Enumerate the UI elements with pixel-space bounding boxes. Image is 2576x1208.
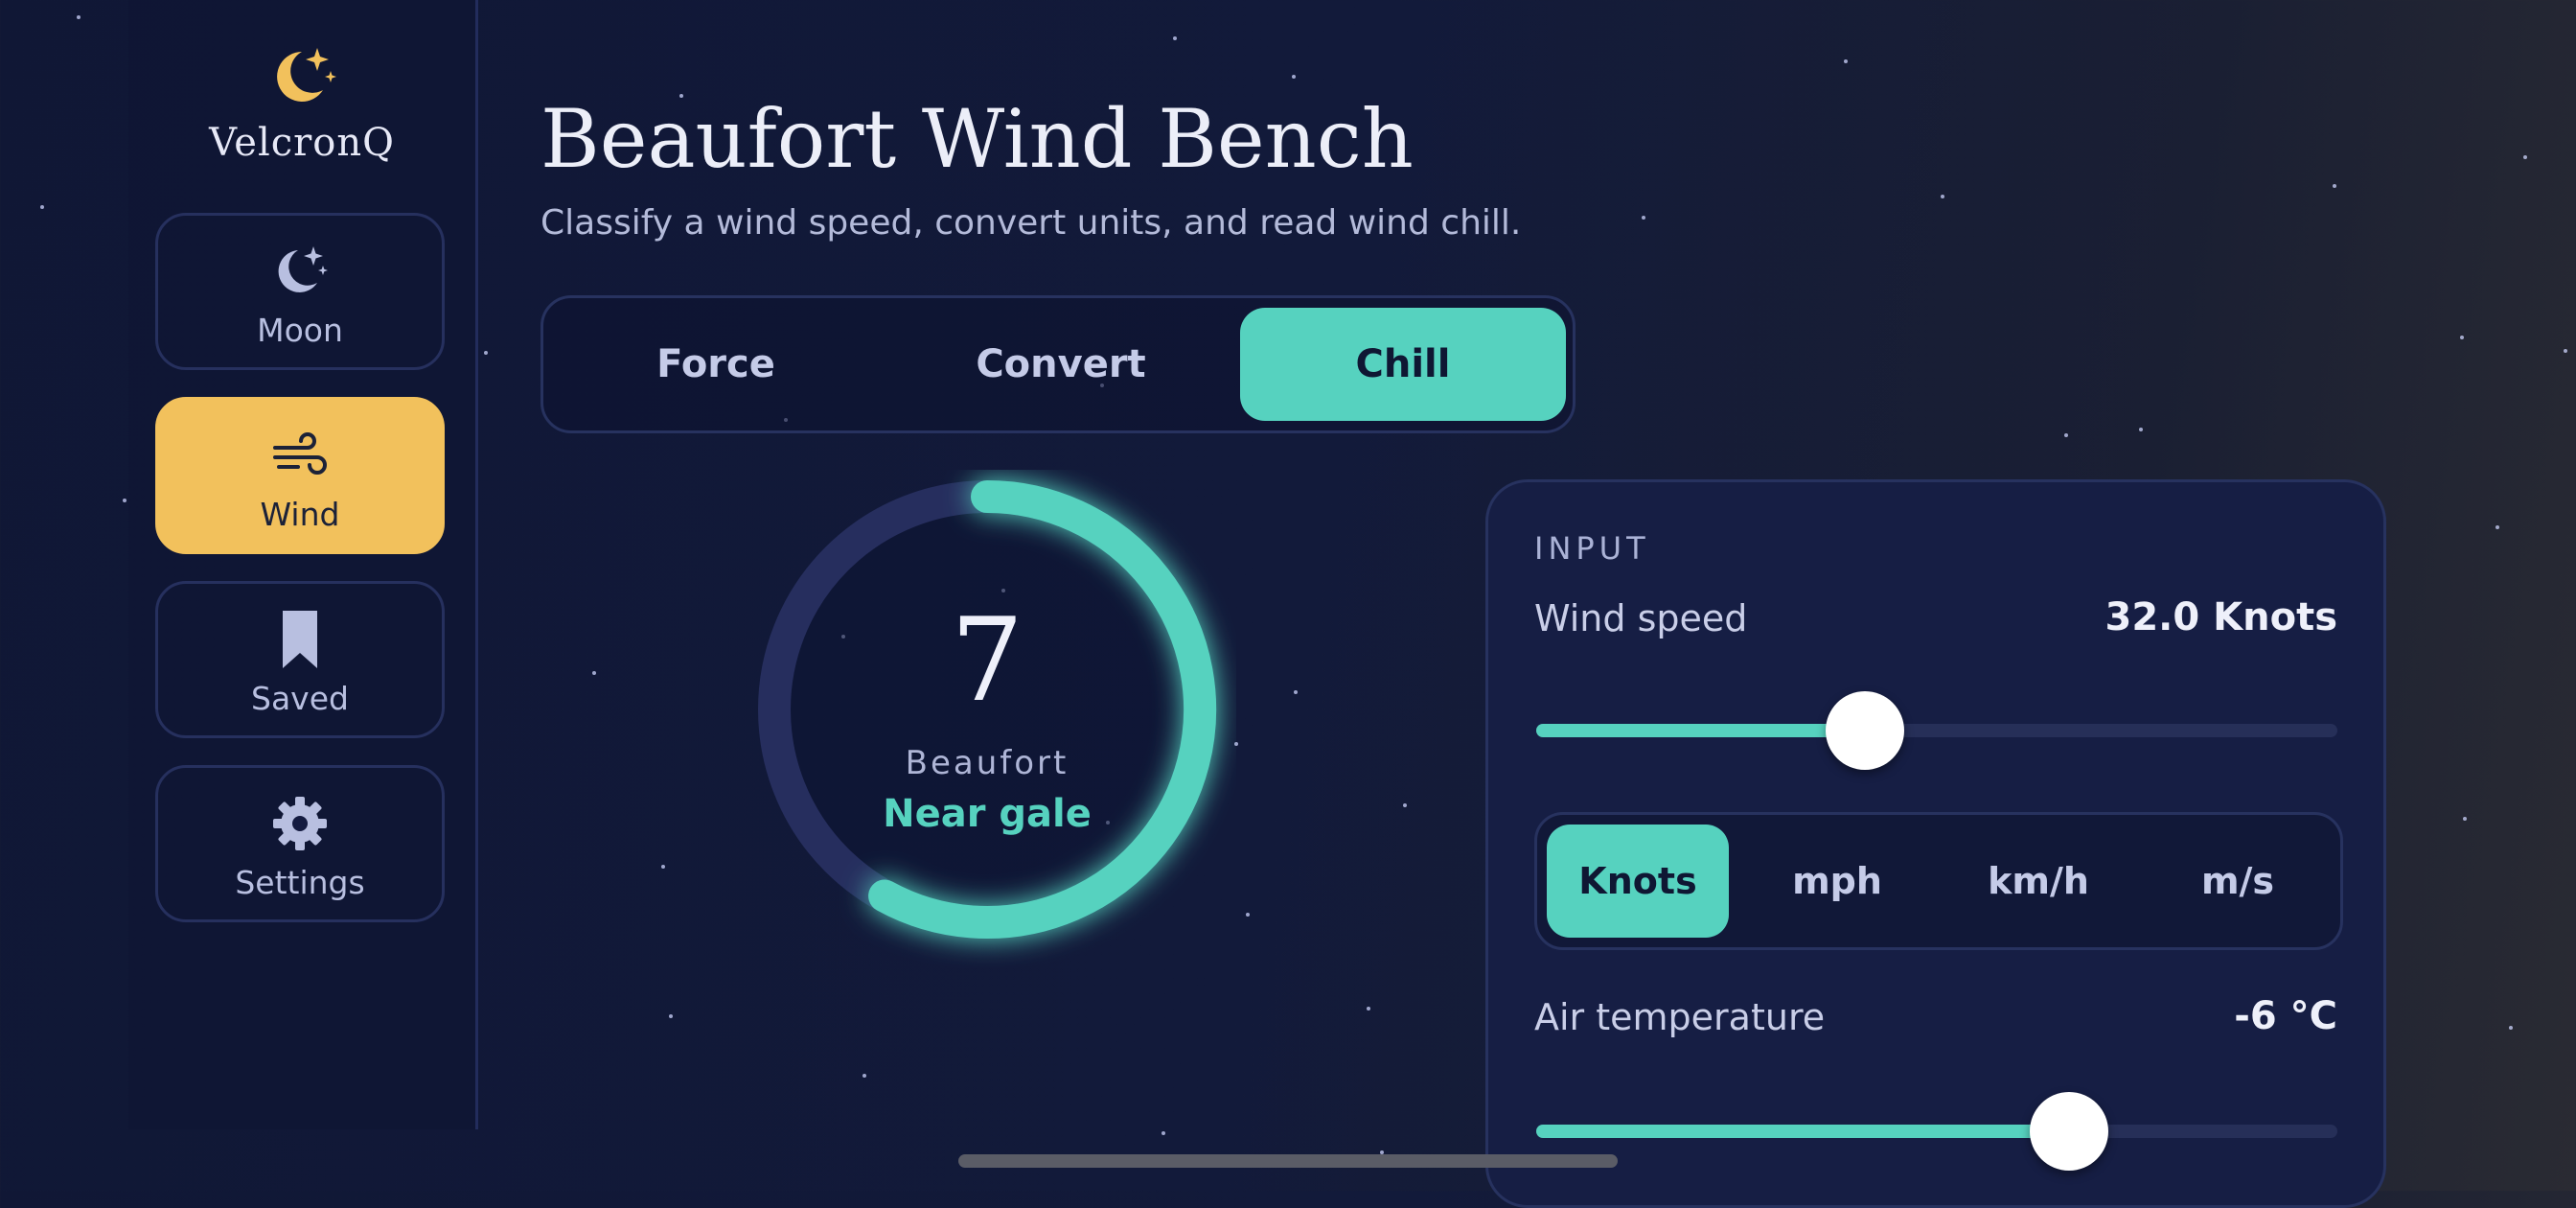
sidebar-item-wind[interactable]: Wind [155, 397, 445, 554]
tab-convert[interactable]: Convert [975, 308, 1147, 421]
page-subtitle: Classify a wind speed, convert units, an… [540, 203, 1522, 243]
air-temperature-label: Air temperature [1534, 996, 1826, 1038]
wind-speed-value: 32.0 Knots [2104, 595, 2338, 639]
bookmark-icon [269, 609, 331, 670]
beaufort-number: 7 [950, 594, 1024, 728]
wind-speed-slider[interactable] [1536, 691, 2337, 770]
home-indicator[interactable] [958, 1154, 1618, 1168]
mode-tabs: Force Convert Chill [540, 295, 1576, 433]
sidebar-item-label: Saved [251, 680, 349, 717]
wind-speed-slider-thumb[interactable] [1825, 691, 1904, 770]
beaufort-caption: Beaufort [905, 744, 1070, 782]
input-panel: INPUT Wind speed 32.0 Knots Knots mph km… [1485, 479, 2386, 1208]
wind-speed-slider-fill [1536, 724, 1865, 737]
page-title: Beaufort Wind Bench [540, 92, 1414, 186]
air-temperature-slider-fill [1536, 1125, 2069, 1138]
gear-icon [269, 793, 331, 854]
unit-kmh-button[interactable]: km/h [1947, 825, 2129, 938]
unit-ms-button[interactable]: m/s [2147, 825, 2329, 938]
air-temperature-value: -6 °C [2234, 994, 2337, 1038]
sidebar-item-label: Moon [257, 312, 343, 349]
air-temperature-slider-thumb[interactable] [2029, 1092, 2108, 1171]
beaufort-classification: Near gale [883, 792, 1092, 836]
tab-chill[interactable]: Chill [1240, 308, 1566, 421]
sidebar: VelcronQ Moon Wind Saved Settings [128, 0, 478, 1129]
input-heading: INPUT [1534, 530, 1650, 567]
sidebar-item-saved[interactable]: Saved [155, 581, 445, 738]
sidebar-item-label: Wind [260, 496, 340, 533]
unit-mph-button[interactable]: mph [1746, 825, 1928, 938]
sidebar-item-moon[interactable]: Moon [155, 213, 445, 370]
wind-icon [269, 425, 331, 486]
wind-speed-label: Wind speed [1534, 597, 1748, 639]
moon-icon [269, 241, 331, 302]
logo-moon-icon [264, 38, 340, 115]
app-name: VelcronQ [209, 121, 395, 165]
unit-knots-button[interactable]: Knots [1547, 825, 1729, 938]
sidebar-item-settings[interactable]: Settings [155, 765, 445, 922]
sidebar-item-label: Settings [235, 864, 365, 901]
air-temperature-slider[interactable] [1536, 1092, 2337, 1171]
brand: VelcronQ [128, 38, 475, 165]
tab-force[interactable]: Force [630, 308, 802, 421]
unit-selector: Knots mph km/h m/s [1534, 812, 2343, 950]
